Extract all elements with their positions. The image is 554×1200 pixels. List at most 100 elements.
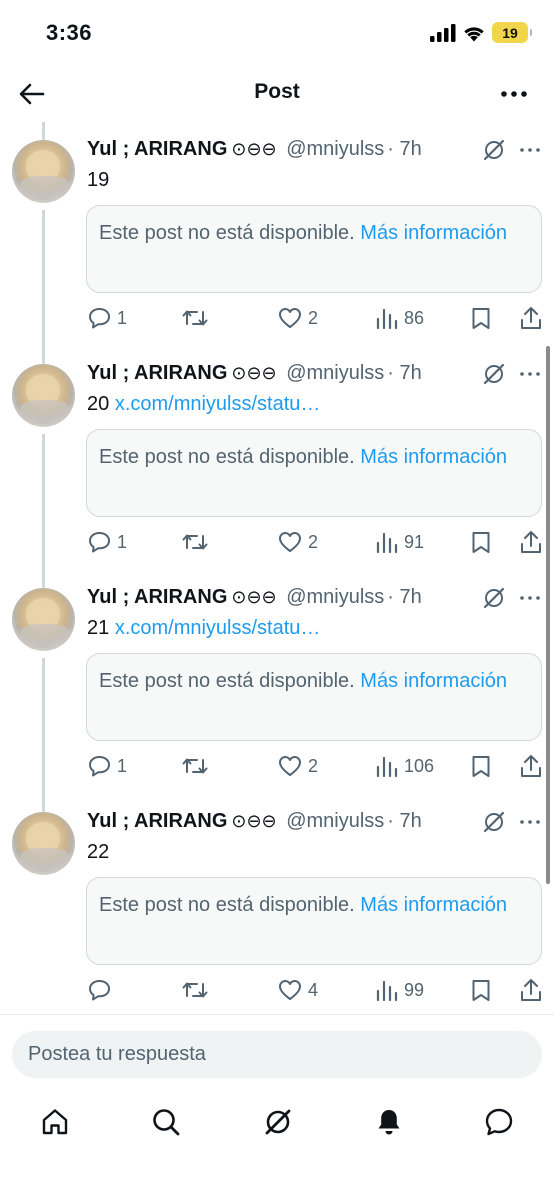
bookmark-icon — [472, 532, 490, 553]
nav-home[interactable] — [35, 1102, 75, 1142]
views-button[interactable]: 106 — [376, 756, 434, 777]
reply-count: 1 — [117, 755, 128, 776]
bottom-nav — [0, 1096, 554, 1152]
view-count: 91 — [404, 532, 425, 552]
more-horizontal-icon — [520, 820, 540, 824]
like-button[interactable]: 2 — [278, 307, 318, 329]
author-handle[interactable]: @mniyulss — [286, 138, 384, 160]
post-link[interactable]: x.com/mniyulss/statu… — [115, 393, 321, 415]
share-button[interactable] — [520, 978, 542, 1002]
post-more-button[interactable] — [517, 812, 543, 832]
post[interactable]: Yul ; ARIRANG ⊙⊖⊖ @mniyulss · 7h 19 Este p… — [0, 122, 554, 346]
like-button[interactable]: 2 — [278, 755, 318, 777]
share-button[interactable] — [520, 754, 542, 778]
author-handle[interactable]: @mniyulss — [286, 586, 384, 608]
post-time: · 7h — [387, 138, 422, 160]
repost-icon — [182, 534, 208, 550]
nav-grok[interactable] — [258, 1102, 298, 1142]
bookmark-button[interactable] — [471, 307, 491, 330]
post-actions: 1 2 91 — [0, 526, 554, 560]
post-time: · 7h — [387, 362, 422, 384]
author-badges: ⊙⊖⊖ — [231, 811, 277, 831]
author-name[interactable]: Yul ; ARIRANG — [87, 586, 227, 608]
like-count: 2 — [308, 307, 319, 328]
notifications-icon — [378, 1110, 400, 1135]
author-badges: ⊙⊖⊖ — [231, 139, 277, 159]
like-button[interactable]: 4 — [278, 979, 318, 1001]
reply-icon — [89, 532, 110, 553]
post-text: 21 x.com/mniyulss/statu… — [87, 614, 320, 642]
share-button[interactable] — [520, 306, 542, 330]
avatar[interactable] — [12, 364, 75, 427]
post-header: Yul ; ARIRANG ⊙⊖⊖ @mniyulss · 7h — [87, 584, 422, 610]
more-button[interactable] — [496, 82, 532, 106]
scrollbar[interactable] — [546, 346, 550, 884]
post-header: Yul ; ARIRANG ⊙⊖⊖ @mniyulss · 7h — [87, 360, 422, 386]
repost-icon — [182, 758, 208, 774]
nav-messages[interactable] — [479, 1102, 519, 1142]
repost-button[interactable] — [182, 980, 214, 1000]
bookmark-icon — [472, 756, 490, 777]
avatar[interactable] — [12, 588, 75, 651]
repost-button[interactable] — [182, 308, 214, 328]
grok-icon[interactable] — [482, 586, 506, 610]
reply-button[interactable] — [88, 979, 117, 1001]
share-button[interactable] — [520, 530, 542, 554]
grok-icon — [265, 1109, 291, 1135]
author-name[interactable]: Yul ; ARIRANG — [87, 362, 227, 384]
avatar[interactable] — [12, 140, 75, 203]
author-handle[interactable]: @mniyulss — [286, 362, 384, 384]
more-info-link[interactable]: Más información — [360, 670, 507, 692]
reply-button[interactable]: 1 — [88, 755, 127, 777]
views-button[interactable]: 99 — [376, 980, 424, 1001]
more-info-link[interactable]: Más información — [360, 222, 507, 244]
bookmark-button[interactable] — [471, 755, 491, 778]
more-info-link[interactable]: Más información — [360, 446, 507, 468]
page-title: Post — [254, 80, 300, 103]
post[interactable]: Yul ; ARIRANG ⊙⊖⊖ @mniyulss · 7h 20 x.com/… — [0, 346, 554, 570]
author-name[interactable]: Yul ; ARIRANG — [87, 810, 227, 832]
share-icon — [521, 531, 541, 553]
nav-notifications[interactable] — [369, 1102, 409, 1142]
view-count: 106 — [404, 756, 435, 776]
grok-icon[interactable] — [482, 362, 506, 386]
bookmark-button[interactable] — [471, 979, 491, 1002]
repost-button[interactable] — [182, 756, 214, 776]
post-more-button[interactable] — [517, 140, 543, 160]
views-icon — [376, 980, 398, 1001]
post-time: · 7h — [387, 586, 422, 608]
view-count: 99 — [404, 980, 425, 1000]
post-more-button[interactable] — [517, 364, 543, 384]
thread: Yul ; ARIRANG ⊙⊖⊖ @mniyulss · 7h 19 Este p… — [0, 122, 554, 1010]
reply-icon — [89, 756, 110, 777]
author-name[interactable]: Yul ; ARIRANG — [87, 138, 227, 160]
unavailable-card: Este post no está disponible. Más inform… — [86, 877, 542, 965]
like-button[interactable]: 2 — [278, 531, 318, 553]
unavailable-card: Este post no está disponible. Más inform… — [86, 429, 542, 517]
divider — [0, 1014, 554, 1015]
reply-button[interactable]: 1 — [88, 531, 127, 553]
more-info-link[interactable]: Más información — [360, 894, 507, 916]
avatar[interactable] — [12, 812, 75, 875]
nav-search[interactable] — [146, 1102, 186, 1142]
header: Post — [0, 66, 554, 122]
post-more-button[interactable] — [517, 588, 543, 608]
post[interactable]: Yul ; ARIRANG ⊙⊖⊖ @mniyulss · 7h 21 x.com/… — [0, 570, 554, 794]
unavailable-card: Este post no está disponible. Más inform… — [86, 653, 542, 741]
views-button[interactable]: 86 — [376, 308, 424, 329]
views-button[interactable]: 91 — [376, 532, 424, 553]
author-handle[interactable]: @mniyulss — [286, 810, 384, 832]
repost-button[interactable] — [182, 532, 214, 552]
share-icon — [521, 307, 541, 329]
bookmark-button[interactable] — [471, 531, 491, 554]
reply-button[interactable]: 1 — [88, 307, 127, 329]
grok-icon[interactable] — [482, 138, 506, 162]
share-icon — [521, 755, 541, 777]
post-link[interactable]: x.com/mniyulss/statu… — [115, 617, 321, 639]
post-header: Yul ; ARIRANG ⊙⊖⊖ @mniyulss · 7h — [87, 808, 422, 834]
unavailable-text: Este post no está disponible. — [99, 446, 355, 468]
reply-input[interactable]: Postea tu respuesta — [12, 1031, 542, 1078]
reply-count: 1 — [117, 531, 128, 552]
post[interactable]: Yul ; ARIRANG ⊙⊖⊖ @mniyulss · 7h 22 Este p… — [0, 794, 554, 1010]
grok-icon[interactable] — [482, 810, 506, 834]
